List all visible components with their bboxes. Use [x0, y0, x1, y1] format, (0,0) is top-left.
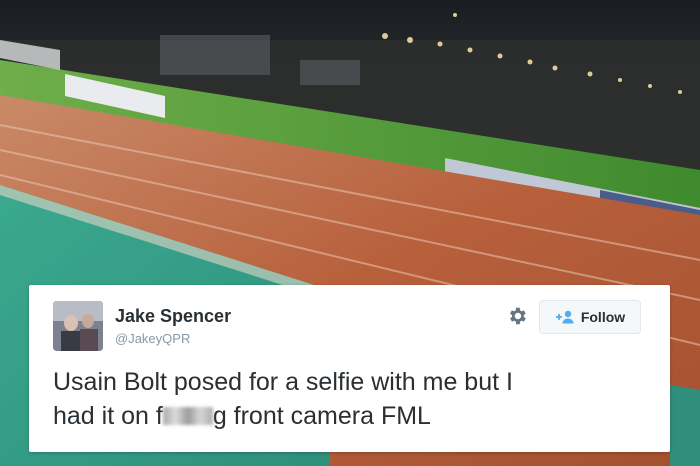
follow-label: Follow [580, 309, 626, 325]
tweet-text-line-1: Usain Bolt posed for a selfie with me bu… [53, 368, 513, 396]
add-user-icon [555, 310, 574, 324]
tweet-text-line-2-mid: g [212, 402, 227, 430]
tweet-text-line-2-end: front camera FML [226, 402, 431, 430]
tweet-text-line-2: had it on f g front camera FML [53, 399, 653, 433]
censored-text [162, 407, 213, 425]
tweet-text-line-2-start: had it on f [53, 402, 163, 430]
user-handle[interactable]: @JakeyQPR [115, 331, 190, 346]
gear-icon[interactable] [506, 305, 528, 327]
tweet-text: Usain Bolt posed for a selfie with me bu… [53, 365, 653, 433]
avatar[interactable] [53, 301, 103, 351]
follow-button[interactable]: Follow [539, 300, 641, 334]
tweet-card: Jake Spencer @JakeyQPR Follow Usain Bolt… [29, 285, 670, 452]
display-name[interactable]: Jake Spencer [115, 306, 231, 327]
